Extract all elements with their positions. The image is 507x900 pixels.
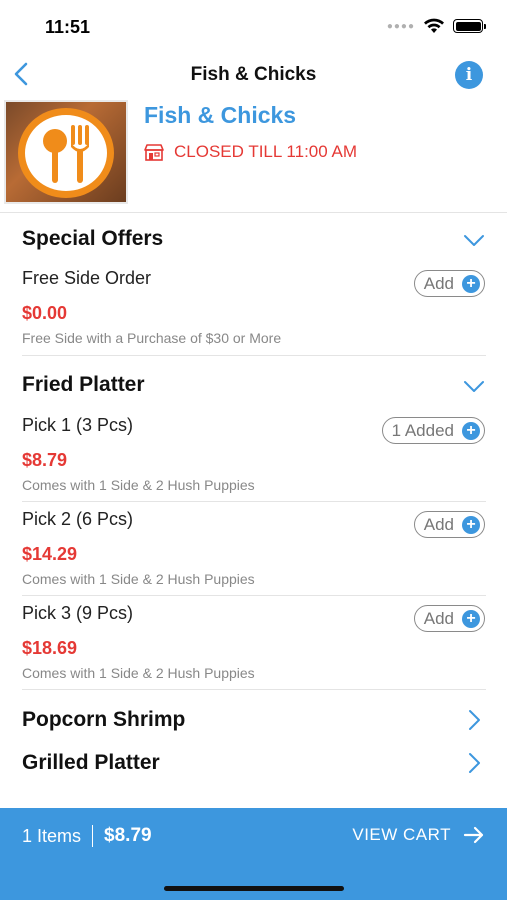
nav-bar: Fish & Chicks i [0,52,507,96]
section-title-grilled-platter[interactable]: Grilled Platter [22,751,160,775]
restaurant-status: CLOSED TILL 11:00 AM [144,142,357,162]
section-title-fried-platter[interactable]: Fried Platter [22,373,145,397]
divider [22,355,486,356]
item-name[interactable]: Free Side Order [22,268,151,289]
divider [22,689,486,690]
divider [22,501,486,502]
add-button-label: Add [423,273,454,293]
wifi-icon [424,18,444,33]
chevron-right-icon[interactable] [463,752,485,774]
arrow-right-icon [463,826,484,844]
section-title-special-offers[interactable]: Special Offers [22,227,163,251]
cart-summary: 1 Items $8.79 [22,825,152,847]
item-price: $14.29 [22,544,78,564]
item-name[interactable]: Pick 2 (6 Pcs) [22,509,133,530]
section-title-popcorn-shrimp[interactable]: Popcorn Shrimp [22,708,185,732]
item-name[interactable]: Pick 3 (9 Pcs) [22,603,133,624]
plus-icon: + [462,609,480,628]
cart-separator [92,825,94,847]
home-indicator [164,886,344,891]
status-icons: ●●●● [386,18,486,34]
plus-icon: + [462,421,480,440]
cart-total: $8.79 [104,825,152,846]
add-button[interactable]: Add + [413,511,485,538]
status-bar: 11:51 ●●●● [0,0,507,50]
add-button[interactable]: Add + [413,270,485,297]
nav-title: Fish & Chicks [190,64,317,85]
item-price: $0.00 [22,303,68,323]
chevron-right-icon[interactable] [463,709,485,731]
item-description: Comes with 1 Side & 2 Hush Puppies [22,665,255,681]
item-description: Comes with 1 Side & 2 Hush Puppies [22,477,255,493]
cart-bar[interactable]: 1 Items $8.79 VIEW CART [0,808,507,900]
battery-icon [453,19,486,33]
plus-icon: + [462,515,480,534]
add-button[interactable]: Add + [413,605,485,632]
chevron-down-icon[interactable] [463,375,485,397]
utensils-icon [43,125,89,183]
item-name[interactable]: Pick 1 (3 Pcs) [22,415,133,436]
restaurant-header: Fish & Chicks CLOSED TILL 11:00 AM [0,98,507,212]
divider [22,595,486,596]
info-icon[interactable]: i [455,61,483,89]
add-button-label: Add [423,608,454,628]
added-button[interactable]: 1 Added + [381,417,485,444]
view-cart-button[interactable]: VIEW CART [352,825,485,845]
store-icon [144,144,164,161]
plus-icon: + [462,274,480,293]
cart-item-count: 1 Items [22,825,82,846]
item-description: Free Side with a Purchase of $30 or More [22,330,282,346]
restaurant-name: Fish & Chicks [144,102,297,128]
closed-status-text: CLOSED TILL 11:00 AM [174,142,357,161]
item-price: $8.79 [22,450,68,470]
chevron-down-icon[interactable] [463,229,485,251]
header-divider [0,212,507,213]
signal-icon: ●●●● [386,20,415,32]
view-cart-label: VIEW CART [352,825,451,844]
item-price: $18.69 [22,638,78,658]
restaurant-logo [4,100,128,204]
item-description: Comes with 1 Side & 2 Hush Puppies [22,571,255,587]
status-time: 11:51 [45,17,91,37]
add-button-label: Add [423,514,454,534]
add-button-label: 1 Added [391,420,454,440]
